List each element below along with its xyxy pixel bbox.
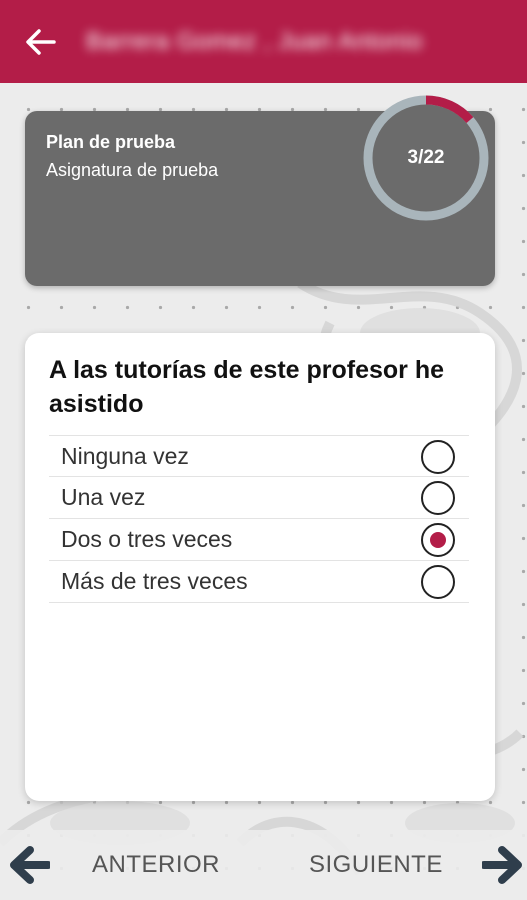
radio-button[interactable] <box>421 481 455 515</box>
answer-options: Ninguna vez Una vez Dos o tres veces Más… <box>49 435 469 603</box>
option-label: Una vez <box>61 484 146 510</box>
progress-label: 3/22 <box>407 147 445 168</box>
plan-title: Plan de prueba <box>46 132 176 152</box>
next-button[interactable]: SIGUIENTE <box>309 851 443 881</box>
answer-option[interactable]: Dos o tres veces <box>49 519 469 561</box>
app-header: Barrera Gomez , Juan Antonio <box>0 0 527 83</box>
radio-button[interactable] <box>421 523 455 557</box>
previous-button[interactable]: ANTERIOR <box>92 851 220 881</box>
answer-option[interactable]: Una vez <box>49 477 469 519</box>
arrow-left-icon[interactable] <box>6 845 50 885</box>
option-label: Más de tres veces <box>61 568 248 594</box>
question-text: A las tutorías de este profesor he asist… <box>49 356 445 418</box>
question-card: A las tutorías de este profesor he asist… <box>25 333 495 801</box>
arrow-right-icon[interactable] <box>482 845 526 885</box>
arrow-left-icon[interactable] <box>24 28 56 56</box>
plan-subtitle: Asignatura de prueba <box>46 160 219 180</box>
radio-button[interactable] <box>421 565 455 599</box>
answer-option[interactable]: Más de tres veces <box>49 561 469 603</box>
bottom-navigation <box>0 830 527 900</box>
option-label: Dos o tres veces <box>61 526 233 552</box>
option-label: Ninguna vez <box>61 442 189 469</box>
header-title: Barrera Gomez , Juan Antonio <box>86 28 423 55</box>
radio-button[interactable] <box>421 440 455 474</box>
answer-option[interactable]: Ninguna vez <box>49 435 469 477</box>
